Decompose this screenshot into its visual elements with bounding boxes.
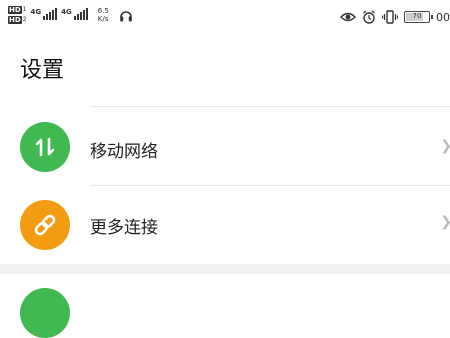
network-speed: 6.5 K/s [98, 7, 109, 23]
status-left: HD 1 HD 2 4G 4G 6.5 K/s [8, 6, 133, 28]
section-separator [0, 264, 450, 274]
settings-item-more-connections[interactable]: 更多连接 ❯ [0, 186, 450, 264]
clock: 00 [436, 10, 450, 24]
network-speed-value: 6.5 [97, 7, 109, 15]
hd-badge-2: HD [8, 16, 22, 24]
vibrate-icon [382, 10, 398, 24]
settings-item-label: 移动网络 [90, 142, 158, 162]
sim1-signal-icon: 4G [31, 8, 58, 20]
data-transfer-icon [20, 122, 70, 172]
page-title: 设置 [20, 58, 65, 83]
status-right: 70 00 [340, 8, 450, 26]
sim2-signal-icon: 4G [61, 8, 88, 20]
chevron-right-icon: ❯ [440, 214, 450, 230]
next-item-icon[interactable] [20, 288, 70, 338]
headset-icon [120, 11, 132, 22]
divider [90, 106, 450, 107]
eye-comfort-icon [340, 12, 356, 22]
alarm-icon [363, 10, 375, 24]
link-icon [20, 200, 70, 250]
chevron-right-icon: ❯ [440, 138, 450, 154]
status-bar: HD 1 HD 2 4G 4G 6.5 K/s 70 00 [0, 0, 450, 34]
network-speed-unit: K/s [97, 15, 109, 23]
battery-level: 70 [412, 12, 422, 20]
hd-badge-1: HD [8, 6, 22, 14]
hd-indicators: HD 1 HD 2 [8, 6, 27, 24]
battery-icon: 70 [404, 11, 433, 23]
settings-item-mobile-network[interactable]: 移动网络 ❯ [0, 108, 450, 186]
settings-item-label: 更多连接 [90, 218, 158, 238]
